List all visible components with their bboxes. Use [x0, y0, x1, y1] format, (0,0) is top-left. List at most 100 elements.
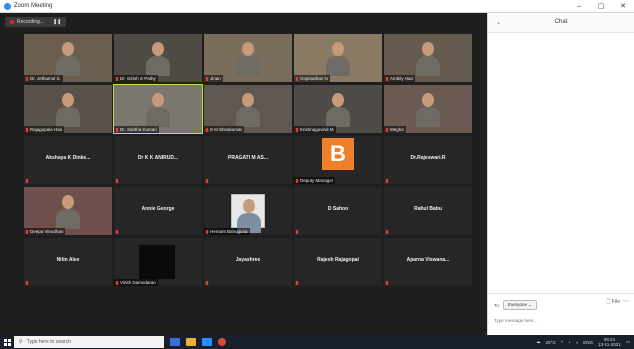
- participant-name: Deepa Vinodhan: [24, 228, 66, 235]
- profile-photo: [231, 194, 265, 233]
- participant-tile[interactable]: Annie George: [114, 187, 202, 235]
- chevron-up-icon[interactable]: ^: [561, 340, 563, 345]
- participant-tile[interactable]: PRAGATI M AS...: [204, 136, 292, 184]
- participant-center-name: Dr.Rajeswari.R: [410, 155, 446, 161]
- participant-name: Vinith Damodaran: [114, 279, 158, 286]
- participant-tile[interactable]: S Krishnakumar: [204, 85, 292, 133]
- chat-panel: ⌄ Chat To: Everyone ⌄ 🗋 File ⋯: [487, 13, 634, 335]
- participant-name: S Krishnakumar: [204, 126, 245, 133]
- recording-label: Recording...: [17, 19, 44, 25]
- participant-center-name: Jayashree: [235, 257, 261, 263]
- muted-mic-icon: [115, 230, 119, 234]
- window-controls: – ▢ ✕: [568, 0, 634, 13]
- chat-footer: To: Everyone ⌄ 🗋 File ⋯: [488, 293, 634, 335]
- participant-tile[interactable]: Dr.Rajeswari.R: [384, 136, 472, 184]
- recording-indicator[interactable]: Recording... ❚❚: [5, 17, 67, 27]
- participant-video: [56, 42, 80, 76]
- window-titlebar: Zoom Meeting – ▢ ✕: [0, 0, 634, 13]
- volume-icon[interactable]: ◖: [576, 340, 579, 345]
- participant-video: [56, 93, 80, 127]
- clock-date: 13-11-2021: [598, 342, 621, 347]
- participant-center-name: Annie George: [141, 206, 175, 212]
- participant-center-name: Akshaya K Dinke...: [45, 155, 91, 161]
- participant-tile[interactable]: D Sahoo: [294, 187, 382, 235]
- participant-tile[interactable]: Rajagopala Hari: [24, 85, 112, 133]
- participant-video: [326, 42, 350, 76]
- zoom-app-icon: [4, 2, 11, 10]
- participant-tile[interactable]: Jayashree: [204, 238, 292, 286]
- participant-tile[interactable]: Dr. Girish S Pathy: [114, 34, 202, 82]
- chrome-icon[interactable]: [218, 338, 226, 346]
- participant-tile[interactable]: Dr. Jethumol S.: [24, 34, 112, 82]
- windows-start-icon[interactable]: [0, 335, 14, 349]
- zoom-taskbar-icon[interactable]: [202, 338, 212, 346]
- chat-message-input[interactable]: [494, 314, 628, 326]
- participant-name: Krishnagovind M: [294, 126, 336, 133]
- muted-mic-icon: [205, 179, 209, 183]
- file-explorer-icon[interactable]: [186, 338, 196, 346]
- minimize-icon[interactable]: –: [568, 0, 590, 13]
- participant-tile[interactable]: B Deputy Manager: [294, 136, 382, 184]
- participant-tile[interactable]: Dr. Saritha Kumari: [113, 84, 203, 134]
- participant-tile[interactable]: Vinith Damodaran: [114, 238, 202, 286]
- participant-tile[interactable]: Akshaya K Dinke...: [24, 136, 112, 184]
- participant-tile[interactable]: Aparna Viswana...: [384, 238, 472, 286]
- muted-mic-icon: [385, 230, 389, 234]
- participant-center-name: D Sahoo: [327, 206, 349, 212]
- pause-icon[interactable]: ❚❚: [53, 19, 61, 25]
- participant-tile[interactable]: Megha: [384, 85, 472, 133]
- file-button[interactable]: 🗋 File: [607, 299, 620, 307]
- to-label: To:: [494, 302, 501, 308]
- weather-icon[interactable]: ☁: [536, 339, 541, 345]
- recipient-row: To: Everyone ⌄: [494, 300, 538, 310]
- muted-mic-icon: [385, 179, 389, 183]
- participant-name: Dr. Saritha Kumari: [114, 126, 159, 133]
- notifications-icon[interactable]: ▭: [626, 339, 630, 345]
- clock[interactable]: 09:24 13-11-2021: [598, 337, 621, 347]
- maximize-icon[interactable]: ▢: [590, 0, 612, 13]
- participant-tile[interactable]: Hemant Bahuguna: [204, 187, 292, 235]
- participant-center-name: Nitin Alex: [56, 257, 80, 263]
- participant-name: Dr. Girish S Pathy: [114, 75, 158, 82]
- participant-center-name: Rajesh Rajagopal: [317, 257, 359, 263]
- participant-tile[interactable]: Ambily Hari: [384, 34, 472, 82]
- close-icon[interactable]: ✕: [612, 0, 634, 13]
- participant-center-name: Rahul Babu: [414, 206, 442, 212]
- participant-logo: B: [322, 138, 354, 170]
- task-view-icon[interactable]: [170, 338, 180, 346]
- search-icon: ⚲: [19, 339, 23, 345]
- participant-tile[interactable]: Krishnagovind M: [294, 85, 382, 133]
- participant-video: [416, 42, 440, 76]
- participant-video: [326, 93, 350, 127]
- participant-tile[interactable]: Dr K K ANIRUD...: [114, 136, 202, 184]
- participant-tile[interactable]: Nitin Alex: [24, 238, 112, 286]
- tray-temperature: 29°C: [545, 339, 556, 345]
- participant-name: Dr. Jethumol S.: [24, 75, 63, 82]
- recipient-value: Everyone: [508, 302, 528, 307]
- participant-tile[interactable]: Rahul Babu: [384, 187, 472, 235]
- muted-mic-icon: [295, 281, 299, 285]
- muted-mic-icon: [25, 179, 29, 183]
- chat-messages: [488, 33, 634, 293]
- muted-mic-icon: [205, 281, 209, 285]
- participant-tile[interactable]: Gopinathan N: [294, 34, 382, 82]
- participant-tile[interactable]: Rajesh Rajagopal: [294, 238, 382, 286]
- muted-mic-icon: [25, 281, 29, 285]
- recipient-select[interactable]: Everyone ⌄: [503, 300, 538, 310]
- participant-tile[interactable]: Deepa Vinodhan: [24, 187, 112, 235]
- chat-header: ⌄ Chat: [488, 13, 634, 33]
- participant-tile[interactable]: Jinan: [204, 34, 292, 82]
- taskbar-search[interactable]: ⚲ Type here to search: [14, 336, 164, 348]
- tray-language[interactable]: ENG: [583, 340, 593, 345]
- participant-video: [236, 93, 260, 127]
- network-icon[interactable]: ◔: [568, 340, 571, 345]
- system-tray: ☁ 29°C ^ ◔ ◖ ENG 09:24 13-11-2021 ▭: [536, 335, 630, 349]
- participant-center-name: PRAGATI M AS...: [228, 155, 268, 161]
- participant-video: [236, 42, 260, 76]
- file-label: File: [611, 299, 620, 305]
- participant-name: Deputy Manager: [294, 177, 336, 184]
- more-options-icon[interactable]: ⋯: [623, 298, 629, 305]
- window-title: Zoom Meeting: [14, 3, 53, 9]
- participant-center-name: Dr K K ANIRUD...: [137, 155, 179, 161]
- taskbar-search-placeholder: Type here to search: [26, 339, 71, 345]
